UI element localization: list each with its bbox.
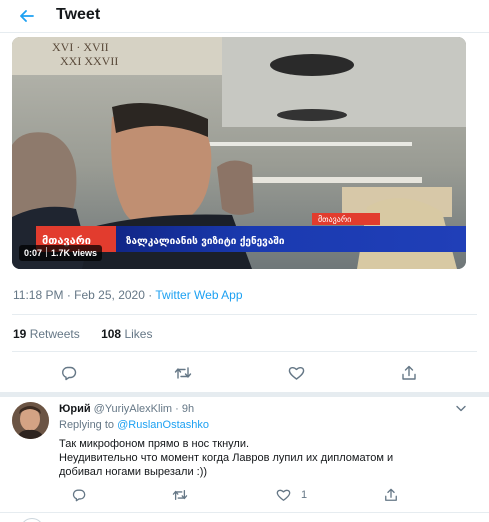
wall-text-2: XXI XXVII	[60, 54, 118, 68]
page-title: Tweet	[56, 6, 101, 23]
reply-author-handle[interactable]: @YuriyAlexKlim	[94, 403, 172, 415]
retweets-stat[interactable]: 19 Retweets	[13, 327, 80, 341]
video-frame: XVI · XVII XXI XXVII მთავარი მთავარი ზალ…	[12, 37, 466, 269]
video-duration: 0:07	[24, 248, 43, 258]
reply-share-button[interactable]	[384, 487, 398, 503]
arrow-left-icon	[20, 10, 34, 22]
avatar-image	[12, 402, 49, 439]
next-tweet-avatar[interactable]	[20, 518, 44, 522]
tweet-stats: 19 Retweets 108 Likes	[13, 327, 152, 341]
chevron-down-icon	[456, 405, 466, 411]
retweets-count: 19	[13, 327, 27, 341]
replying-prefix: Replying to	[59, 419, 115, 431]
reply-header: Юрий @YuriyAlexKlim · 9h	[59, 403, 194, 415]
tweet-time[interactable]: 11:18 PM	[13, 288, 63, 302]
more-options-button[interactable]	[455, 402, 467, 414]
like-icon	[276, 489, 291, 501]
banner-caption: ზალკალიანის ვიზიტი ქენევაში	[126, 235, 285, 247]
reply-actions: 1	[0, 487, 489, 503]
retweet-icon	[172, 489, 188, 501]
reply-retweet-button[interactable]	[172, 487, 188, 503]
reply-like-button[interactable]: 1	[276, 487, 307, 503]
retweet-button[interactable]	[172, 362, 194, 384]
tweet-source[interactable]: Twitter Web App	[155, 288, 242, 302]
wall-text-1: XVI · XVII	[52, 40, 109, 54]
reply-author-name[interactable]: Юрий	[59, 403, 91, 415]
reply-reply-button[interactable]	[72, 487, 86, 503]
divider	[12, 314, 477, 315]
tweet-date[interactable]: Feb 25, 2020	[74, 288, 145, 302]
reply-like-count: 1	[301, 489, 308, 501]
reply-time[interactable]: 9h	[182, 403, 194, 415]
meta-dot: ·	[148, 288, 153, 302]
reply-dot: ·	[175, 403, 179, 415]
banner-top-label: მთავარი	[318, 214, 351, 224]
retweet-icon	[174, 367, 192, 379]
avatar[interactable]	[12, 402, 49, 439]
share-icon	[385, 488, 397, 501]
reply-text-line: Неудивительно что момент когда Лавров лу…	[59, 452, 394, 464]
reply-icon	[62, 366, 77, 381]
reply-text-line: добивал ногами вырезали :))	[59, 466, 208, 478]
reply-icon	[72, 489, 86, 502]
share-icon	[402, 365, 416, 380]
tweet-actions	[0, 362, 489, 384]
tweet-meta: 11:18 PM · Feb 25, 2020 · Twitter Web Ap…	[13, 288, 243, 302]
retweets-label: Retweets	[29, 327, 80, 341]
reply-button[interactable]	[58, 362, 80, 384]
meta-dot: ·	[66, 288, 71, 302]
video-info-badge: 0:07 1.7K views	[19, 245, 103, 261]
replying-to: Replying to @RuslanOstashko	[59, 419, 209, 431]
replying-to-mention[interactable]: @RuslanOstashko	[117, 419, 209, 431]
like-icon	[288, 366, 304, 380]
video-player[interactable]: XVI · XVII XXI XXVII მთავარი მთავარი ზალ…	[12, 37, 466, 269]
divider	[0, 512, 489, 513]
reply-text: Так микрофоном прямо в нос ткнули. Неуди…	[59, 437, 459, 479]
share-button[interactable]	[398, 362, 420, 384]
back-button[interactable]	[14, 4, 40, 28]
video-views: 1.7K views	[51, 248, 98, 258]
likes-stat[interactable]: 108 Likes	[101, 327, 152, 341]
likes-label: Likes	[124, 327, 153, 341]
header-bar: Tweet	[0, 0, 489, 33]
like-button[interactable]	[285, 362, 307, 384]
likes-count: 108	[101, 327, 122, 341]
reply-text-line: Так микрофоном прямо в нос ткнули.	[59, 438, 250, 450]
divider	[12, 351, 477, 352]
